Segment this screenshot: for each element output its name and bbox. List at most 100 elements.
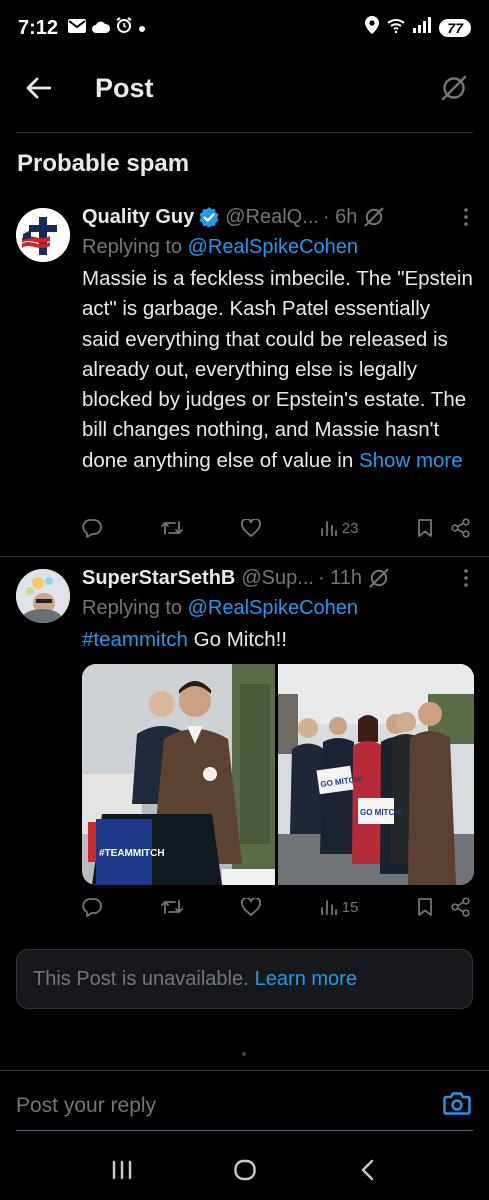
replying-prefix: Replying to — [82, 236, 188, 258]
bookmark-button[interactable] — [417, 518, 433, 538]
back-button[interactable] — [22, 72, 54, 104]
post-text-body: Go Mitch!! — [187, 628, 288, 651]
bookmark-icon — [418, 898, 432, 916]
reply-bar-divider — [0, 1070, 489, 1071]
mention-link[interactable]: @RealSpikeCohen — [188, 236, 358, 258]
share-button[interactable] — [451, 518, 471, 538]
post-1[interactable]: Quality Guy @RealQ... · 6h Replying to @… — [0, 196, 489, 556]
author-handle[interactable]: @Sup... — [241, 567, 314, 590]
back-nav-button[interactable] — [348, 1150, 388, 1190]
repost-button[interactable] — [160, 519, 183, 537]
location-icon — [365, 16, 380, 40]
system-nav-bar — [0, 1140, 489, 1200]
replying-prefix: Replying to — [82, 597, 188, 619]
grok-icon — [441, 75, 467, 101]
header-divider — [16, 132, 473, 133]
recent-apps-button[interactable] — [102, 1150, 142, 1190]
analytics-icon — [320, 900, 337, 915]
like-button[interactable] — [241, 519, 262, 537]
recents-icon — [112, 1160, 131, 1180]
cloud-icon — [92, 17, 111, 39]
views-count: 23 — [341, 519, 359, 537]
learn-more-link[interactable]: Learn more — [255, 968, 357, 991]
home-button[interactable] — [225, 1150, 265, 1190]
profile-photo-icon — [16, 569, 70, 623]
post-time: · 11h — [317, 566, 363, 589]
group-photo-icon: GO MITCH! GO MITCH! — [278, 664, 474, 885]
mention-link[interactable]: @RealSpikeCohen — [188, 597, 358, 619]
action-bar: 15 — [82, 897, 471, 917]
heart-icon — [241, 898, 262, 916]
back-chevron-icon — [361, 1159, 373, 1181]
reply-icon — [82, 519, 102, 538]
bookmark-icon — [418, 519, 432, 537]
views-button[interactable]: 15 — [320, 898, 359, 916]
photo-right[interactable]: GO MITCH! GO MITCH! — [278, 664, 474, 885]
flag-cross-logo-icon — [16, 208, 70, 262]
post-time: · 6h — [322, 205, 358, 228]
repost-icon — [160, 521, 183, 535]
podium-photo-icon: #TEAMMITCH — [82, 664, 275, 885]
grok-explain-icon[interactable] — [368, 567, 390, 589]
post-text: Massie is a feckless imbecile. The "Epst… — [82, 264, 473, 476]
author-handle[interactable]: @RealQ... — [225, 206, 319, 229]
verified-badge-icon — [199, 207, 219, 227]
more-options-icon[interactable] — [459, 569, 473, 587]
avatar[interactable] — [16, 569, 70, 623]
replying-to: Replying to @RealSpikeCohen — [82, 232, 473, 262]
status-left: 7:12 — [18, 17, 146, 40]
bookmark-button[interactable] — [417, 897, 433, 917]
repost-button[interactable] — [160, 898, 183, 916]
more-options-icon[interactable] — [459, 208, 473, 226]
app-header: Post — [0, 56, 489, 120]
back-arrow-icon — [26, 77, 51, 99]
unavailable-text: This Post is unavailable. — [33, 967, 249, 990]
like-button[interactable] — [241, 898, 262, 916]
home-icon — [233, 1159, 256, 1181]
reply-input[interactable] — [16, 1088, 436, 1124]
notification-dot-icon — [138, 17, 146, 39]
repost-icon — [160, 900, 183, 914]
status-right: 77 — [365, 16, 471, 40]
post-media[interactable]: #TEAMMITCH GO MITCH! GO MITCH! — [82, 664, 474, 885]
analytics-icon — [320, 521, 337, 536]
show-more-link[interactable]: Show more — [359, 449, 463, 472]
post-header: Quality Guy @RealQ... · 6h — [82, 202, 473, 232]
post-body: Quality Guy @RealQ... · 6h Replying to @… — [82, 202, 473, 476]
page-title: Post — [95, 72, 154, 103]
share-icon — [451, 897, 470, 917]
wifi-icon — [387, 17, 406, 39]
actions-right — [417, 897, 471, 917]
camera-button[interactable] — [442, 1088, 472, 1118]
unavailable-post-notice: This Post is unavailable. Learn more — [16, 949, 473, 1009]
mail-icon — [68, 17, 87, 39]
alarm-icon — [116, 17, 132, 39]
post-text-body: Massie is a feckless imbecile. The "Epst… — [82, 267, 473, 472]
author-name[interactable]: Quality Guy — [82, 206, 194, 229]
hashtag-link[interactable]: #teammitch — [82, 628, 188, 651]
views-button[interactable]: 23 — [320, 519, 359, 537]
photo-sign-right-2-text: GO MITCH! — [360, 808, 403, 817]
reply-button[interactable] — [82, 897, 102, 917]
battery-indicator: 77 — [439, 19, 471, 37]
photo-left[interactable]: #TEAMMITCH — [82, 664, 275, 885]
photo-sign-left-text: #TEAMMITCH — [99, 848, 165, 859]
replying-to: Replying to @RealSpikeCohen — [82, 593, 473, 623]
grok-button[interactable] — [437, 71, 471, 105]
scroll-indicator — [242, 1052, 246, 1056]
actions-right — [417, 518, 471, 538]
avatar[interactable] — [16, 208, 70, 262]
grok-explain-icon[interactable] — [363, 206, 385, 228]
status-bar: 7:12 77 — [0, 0, 489, 56]
views-count: 15 — [341, 898, 359, 916]
post-text: #teammitch Go Mitch!! — [82, 625, 473, 655]
status-time: 7:12 — [18, 16, 59, 39]
reply-button[interactable] — [82, 518, 102, 538]
section-title: Probable spam — [17, 150, 190, 177]
reply-icon — [82, 898, 102, 917]
post-header: SuperStarSethB @Sup... · 11h — [82, 563, 473, 593]
heart-icon — [241, 519, 262, 537]
author-name[interactable]: SuperStarSethB — [82, 567, 235, 590]
share-button[interactable] — [451, 897, 471, 917]
reply-underline — [16, 1130, 473, 1131]
